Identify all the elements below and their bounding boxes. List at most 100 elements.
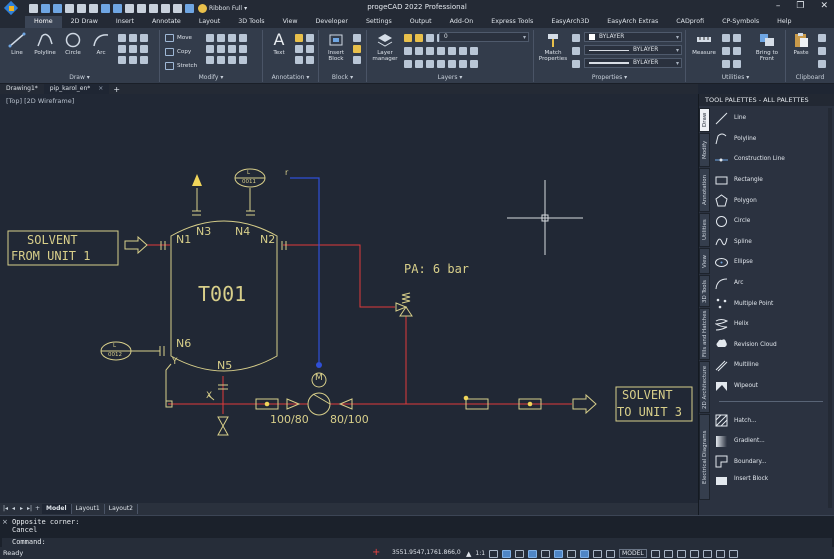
layout-tab-layout2[interactable]: Layout2 [105, 504, 138, 514]
layer-merge-icon[interactable] [448, 47, 456, 55]
customize-icon[interactable] [728, 549, 738, 558]
doc-tab-pip-karol[interactable]: pip_karol_en* × [43, 84, 110, 94]
palette-item-ellipse[interactable]: Ellipse [713, 252, 833, 273]
create-block-icon[interactable] [353, 34, 361, 42]
polyline-tool-button[interactable]: Polyline [32, 32, 58, 56]
layer-off-icon[interactable] [470, 47, 478, 55]
current-layer-select[interactable]: 0 ▾ [439, 32, 529, 42]
layer-thaw-icon[interactable] [404, 60, 412, 68]
copy-icon[interactable] [137, 3, 146, 13]
measure-button[interactable]: Measure [689, 32, 719, 56]
tab-easyarch-extras[interactable]: EasyArch Extras [598, 16, 667, 28]
tool-palette-header[interactable]: TOOL PALETTES - ALL PALETTES [699, 94, 834, 106]
dynamic-input-icon[interactable] [580, 549, 590, 558]
insert-block-button[interactable]: Insert Block [321, 32, 351, 62]
layers-panel-title[interactable]: Layers ▾ [367, 74, 533, 81]
palette-scrollbar[interactable] [828, 108, 832, 508]
first-tab-button[interactable]: |◂ [2, 505, 9, 513]
layer-cur-icon[interactable] [459, 60, 467, 68]
palette-item-arc[interactable]: Arc [713, 273, 833, 294]
layout-tab-layout1[interactable]: Layout1 [72, 504, 105, 514]
redo-icon[interactable] [113, 3, 122, 13]
edit-block-icon[interactable] [353, 45, 361, 53]
palette-tab-utilities[interactable]: Utilities [699, 213, 710, 247]
tab-annotate[interactable]: Annotate [143, 16, 190, 28]
prev-tab-button[interactable]: ◂ [10, 505, 17, 513]
tab-easyarch3d[interactable]: EasyArch3D [542, 16, 598, 28]
palette-item-gradient[interactable]: Gradient... [713, 431, 833, 452]
hatch-icon[interactable] [129, 34, 137, 42]
model-space-toggle[interactable]: MODEL [619, 549, 647, 558]
tab-developer[interactable]: Developer [307, 16, 357, 28]
drawing-canvas[interactable]: [Top] [2D Wireframe] T001 N1 N3 N4 N2 N6… [0, 94, 698, 503]
workspace-icon[interactable] [663, 549, 673, 558]
dropdown-icon[interactable] [140, 34, 148, 42]
palette-item-wipeout[interactable]: Wipeout [713, 376, 833, 397]
new-file-icon[interactable] [29, 3, 38, 13]
print-preview-icon[interactable] [89, 3, 98, 13]
palette-item-rectangle[interactable]: Rectangle [713, 170, 833, 191]
explode-icon[interactable] [228, 56, 236, 64]
tab-view[interactable]: View [274, 16, 307, 28]
ortho-icon[interactable] [515, 549, 525, 558]
ribbon-mode-toggle[interactable]: Ribbon Full ▾ [198, 3, 247, 13]
save-icon[interactable] [53, 3, 62, 13]
table-icon[interactable] [295, 56, 303, 64]
layer-match-icon[interactable] [404, 47, 412, 55]
selection-cycling-icon[interactable] [606, 549, 616, 558]
osnap-icon[interactable] [541, 549, 551, 558]
fillet-icon[interactable] [217, 56, 225, 64]
layer-unlock-icon[interactable] [415, 60, 423, 68]
id-point-icon[interactable] [722, 60, 730, 68]
polygon-icon[interactable] [118, 56, 126, 64]
cut-icon[interactable] [818, 34, 826, 42]
rectangle-icon[interactable] [118, 34, 126, 42]
dropdown-icon[interactable] [733, 34, 741, 42]
layer-change-icon[interactable] [415, 47, 423, 55]
leader-icon[interactable] [295, 45, 303, 53]
block-panel-title[interactable]: Block ▾ [319, 74, 366, 81]
palette-item-helix[interactable]: Helix [713, 314, 833, 335]
palette-item-insert-block[interactable]: Insert Block [713, 472, 833, 486]
circle-tool-button[interactable]: Circle [60, 32, 86, 56]
mirror-icon[interactable] [206, 45, 214, 53]
tab-3d-tools[interactable]: 3D Tools [229, 16, 273, 28]
line-tool-button[interactable]: Line [4, 32, 30, 56]
bring-to-front-button[interactable]: Bring to Front [750, 32, 784, 62]
lineweight-select[interactable]: BYLAYER ▾ [584, 58, 682, 68]
utilities-panel-title[interactable]: Utilities ▾ [686, 74, 785, 81]
tab-settings[interactable]: Settings [357, 16, 401, 28]
draw-panel-title[interactable]: Draw ▾ [0, 74, 159, 81]
layer-on-icon[interactable] [404, 34, 412, 42]
tab-layout[interactable]: Layout [190, 16, 229, 28]
tab-2d-draw[interactable]: 2D Draw [62, 16, 107, 28]
app-logo-icon[interactable] [3, 0, 19, 16]
lineweight-icon[interactable] [572, 60, 580, 68]
stretch-button[interactable]: Stretch [165, 61, 197, 71]
lineweight-icon[interactable] [567, 549, 577, 558]
annotation-panel-title[interactable]: Annotation ▾ [263, 74, 318, 81]
new-tab-button[interactable]: + [109, 85, 124, 94]
color-wheel-icon[interactable] [572, 34, 580, 42]
last-tab-button[interactable]: ▸| [26, 505, 33, 513]
dropdown-icon[interactable] [306, 56, 314, 64]
otrack-icon[interactable] [554, 549, 564, 558]
filter-icon[interactable] [722, 34, 730, 42]
clipboard-panel-title[interactable]: Clipboard [786, 74, 834, 81]
snap-icon[interactable] [489, 549, 499, 558]
palette-item-revision-cloud[interactable]: Revision Cloud [713, 335, 833, 356]
open-file-icon[interactable] [41, 3, 50, 13]
close-icon[interactable]: × [98, 84, 103, 94]
copy-icon[interactable] [818, 47, 826, 55]
palette-item-polygon[interactable]: Polygon [713, 190, 833, 211]
layer-walk-icon[interactable] [437, 47, 445, 55]
tab-cadprofi[interactable]: CADprofi [667, 16, 713, 28]
tab-insert[interactable]: Insert [107, 16, 143, 28]
layer-filter-icon[interactable] [426, 60, 434, 68]
dropdown-icon[interactable] [733, 47, 741, 55]
spline-icon[interactable] [129, 56, 137, 64]
quick-select-icon[interactable] [722, 47, 730, 55]
dropdown-icon[interactable] [140, 56, 148, 64]
dropdown-icon[interactable] [140, 45, 148, 53]
copy-base-icon[interactable] [818, 60, 826, 68]
